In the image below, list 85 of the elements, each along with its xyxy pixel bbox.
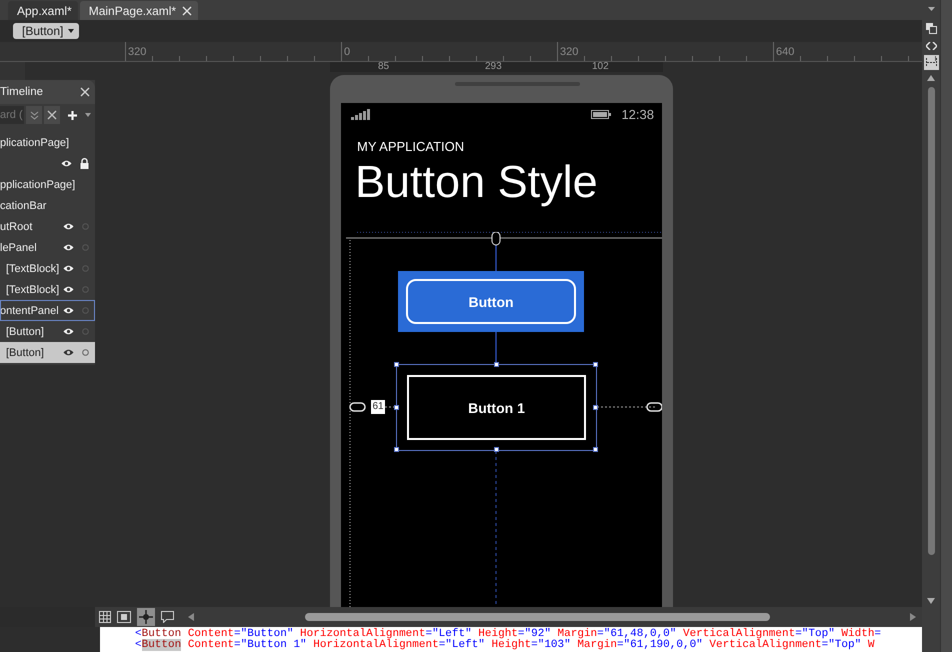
tree-item[interactable]: [Button] <box>0 342 95 363</box>
tree-item[interactable]: [Button] <box>0 321 95 342</box>
lock-toggle-icon[interactable] <box>82 286 89 293</box>
grid-icon[interactable] <box>99 611 111 623</box>
close-icon[interactable] <box>182 6 192 16</box>
tree-item[interactable]: utRoot <box>0 216 95 237</box>
eye-icon[interactable] <box>63 223 74 230</box>
scroll-down-icon[interactable] <box>927 598 935 604</box>
eye-icon[interactable] <box>63 328 74 335</box>
resize-handle[interactable] <box>593 447 598 452</box>
lock-toggle-icon[interactable] <box>82 265 89 272</box>
button[interactable]: Button <box>398 271 584 332</box>
tree-item[interactable]: plicationPage] <box>0 132 95 153</box>
eye-icon[interactable] <box>63 244 74 251</box>
resize-handle[interactable] <box>394 447 399 452</box>
dimension-label: 293 <box>485 62 502 72</box>
eye-icon[interactable] <box>63 349 74 356</box>
code-line: <Button Content="Button 1" HorizontalAlignment="Left" Height="103" Margin="61,190,0,0" VerticalAlignment="Top" W <box>135 640 876 651</box>
ruler-label: 320 <box>127 46 146 58</box>
eye-icon[interactable] <box>61 160 72 167</box>
speech-bubble-icon[interactable] <box>161 611 174 623</box>
panel-title: Timeline <box>0 86 44 98</box>
ruler-label: 0 <box>343 46 350 58</box>
chain-link-icon[interactable] <box>646 402 662 412</box>
resize-handle[interactable] <box>494 362 498 367</box>
dimension-label: 102 <box>592 62 609 72</box>
tree-item[interactable]: lePanel <box>0 237 95 258</box>
scroll-up-icon[interactable] <box>927 75 935 81</box>
resize-handle[interactable] <box>394 362 399 367</box>
lock-toggle-icon[interactable] <box>82 223 89 230</box>
lock-toggle-icon[interactable] <box>82 244 89 251</box>
dimension-label: 85 <box>378 62 390 72</box>
snap-grid-icon[interactable] <box>117 611 131 623</box>
fit-width-icon <box>926 58 936 67</box>
anchor-icon[interactable] <box>492 232 500 246</box>
caret-icon <box>68 29 74 33</box>
close-icon[interactable] <box>47 110 57 120</box>
lock-icon[interactable] <box>80 158 89 169</box>
snap-toggle-button[interactable] <box>137 608 155 626</box>
document-tab[interactable]: App.xaml* <box>8 1 78 20</box>
code-brackets-icon[interactable] <box>926 42 936 50</box>
plus-icon[interactable] <box>68 110 77 120</box>
battery-icon <box>591 110 612 118</box>
button[interactable]: Button 1 <box>407 375 586 440</box>
resize-handle[interactable] <box>394 404 399 410</box>
scrollbar-thumb[interactable] <box>305 613 770 621</box>
crosshair-icon <box>139 610 153 624</box>
scroll-right-icon[interactable] <box>910 613 916 621</box>
ruler-label: 640 <box>775 46 794 58</box>
tree-item[interactable]: [TextBlock] <box>0 279 95 300</box>
resize-handle[interactable] <box>593 404 598 410</box>
search-field[interactable]: ard ( <box>0 106 24 124</box>
expand-button[interactable] <box>26 106 42 124</box>
signal-icon <box>351 108 370 120</box>
lock-toggle-icon[interactable] <box>82 328 89 335</box>
tree-item[interactable]: pplicationPage] <box>0 174 95 195</box>
lock-toggle-icon[interactable] <box>82 349 89 356</box>
double-chevron-icon <box>30 110 38 120</box>
resize-handle[interactable] <box>593 362 598 367</box>
fit-width-button[interactable] <box>924 55 938 70</box>
close-icon[interactable] <box>80 87 90 97</box>
caret-icon[interactable] <box>928 7 934 11</box>
margin-label: 61 <box>371 400 385 414</box>
resize-handle[interactable] <box>494 447 498 452</box>
document-tab[interactable]: MainPage.xaml* <box>80 1 198 20</box>
app-title: MY APPLICATION <box>356 138 466 154</box>
page-title: Button Style <box>354 155 599 208</box>
code-editor[interactable] <box>100 627 922 652</box>
lock-toggle-icon[interactable] <box>82 307 89 314</box>
tree-item[interactable]: ontentPanel <box>0 300 95 321</box>
scroll-left-icon[interactable] <box>188 613 194 621</box>
code-line: <Button Content="Button" HorizontalAlignment="Left" Height="92" Margin="61,48,0,0" VerticalAlignment="Top" Width= <box>135 629 882 640</box>
clock-time: 12:38 <box>621 106 654 122</box>
eye-icon[interactable] <box>63 265 74 272</box>
eye-icon[interactable] <box>63 307 74 314</box>
tree-item[interactable]: [TextBlock] <box>0 258 95 279</box>
restore-icon[interactable] <box>926 23 936 34</box>
eye-icon[interactable] <box>63 286 74 293</box>
caret-icon[interactable] <box>85 113 91 117</box>
clear-button[interactable] <box>44 106 60 124</box>
tree-item[interactable]: cationBar <box>0 195 95 216</box>
scrollbar-thumb[interactable] <box>928 87 934 555</box>
ruler-label: 320 <box>559 46 578 58</box>
element-dropdown[interactable]: [Button] <box>13 23 80 39</box>
chain-link-icon[interactable] <box>349 402 366 412</box>
